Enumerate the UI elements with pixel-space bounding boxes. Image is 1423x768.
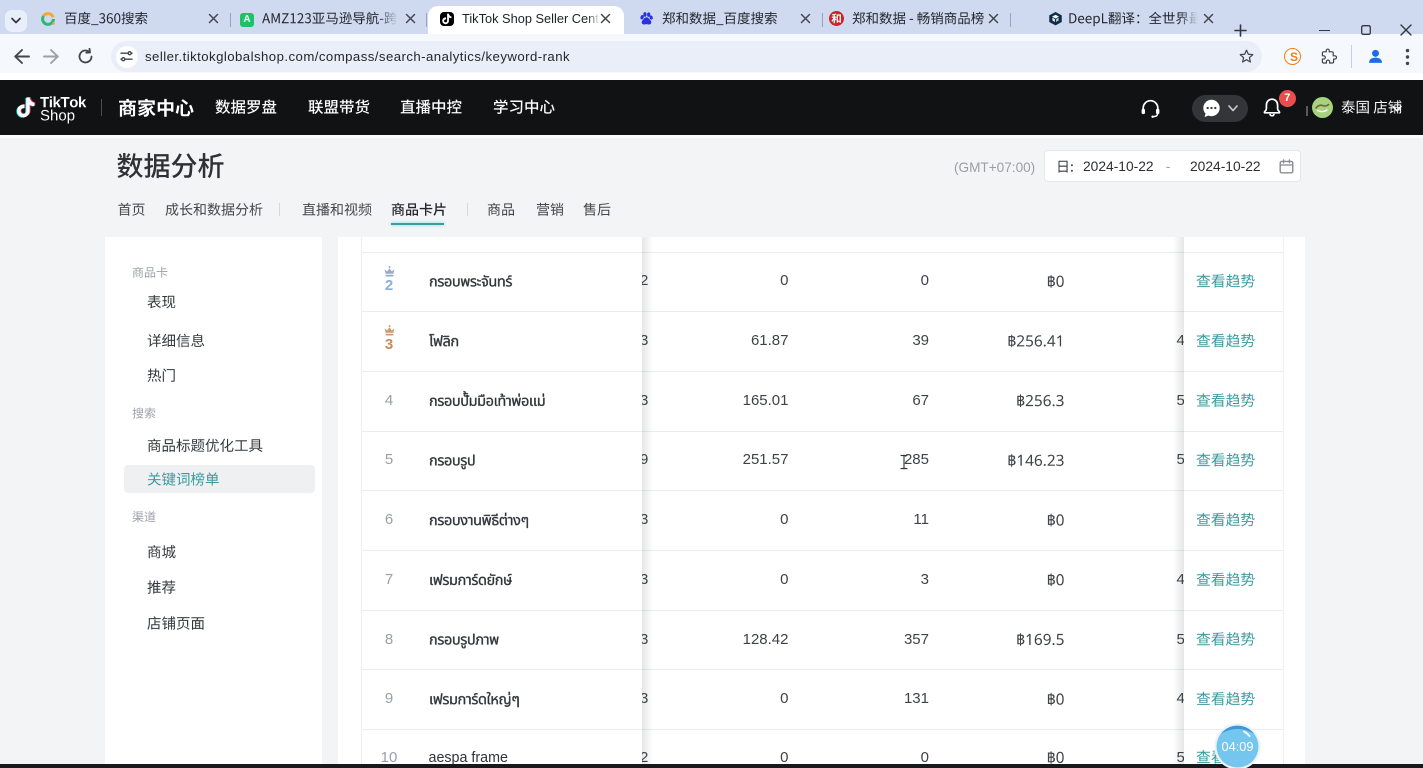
svg-text:04:09: 04:09 (1221, 739, 1253, 754)
